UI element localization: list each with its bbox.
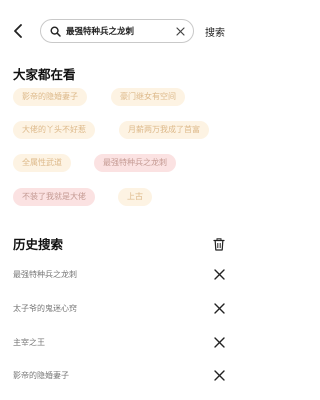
history-title: 历史搜索 [13,237,64,252]
chevron-left-icon [14,24,22,38]
trash-icon [213,237,225,251]
history-item-label: 主宰之王 [13,338,45,347]
search-button[interactable]: 搜索 [205,24,225,39]
close-icon[interactable] [213,369,225,381]
search-query-text: 最强特种兵之龙刺 [66,27,135,37]
history-item-label: 影帝的隐婚妻子 [13,371,69,380]
trending-chip[interactable]: 不装了我就是大佬 [13,188,95,206]
history-item[interactable]: 太子爷的鬼迷心窍 [0,299,240,319]
history-item[interactable]: 影帝的隐婚妻子 [0,366,240,386]
trending-chip[interactable]: 月薪两万我成了首富 [119,121,209,139]
close-icon[interactable] [213,336,225,348]
close-circle-icon[interactable] [175,26,186,37]
history-item[interactable]: 主宰之王 [0,333,240,353]
search-icon [49,25,61,37]
trending-title: 大家都在看 [13,67,76,82]
history-item-label: 太子爷的鬼迷心窍 [13,304,77,313]
clear-history-button[interactable] [212,237,226,251]
search-input[interactable]: 最强特种兵之龙刺 [40,19,194,43]
search-header: 最强特种兵之龙刺 搜索 [0,0,240,62]
trending-chip[interactable]: 影帝的隐婚妻子 [13,88,87,106]
trending-chip[interactable]: 上古 [118,188,152,206]
trending-chip[interactable]: 最强特种兵之龙刺 [94,154,176,172]
close-icon[interactable] [213,302,225,314]
history-item[interactable]: 最强特种兵之龙刺 [0,265,240,285]
trending-chip[interactable]: 豪门继女有空间 [111,88,185,106]
history-item-label: 最强特种兵之龙刺 [13,270,77,279]
close-icon[interactable] [213,268,225,280]
trending-chip[interactable]: 全属性武道 [13,154,71,172]
trending-chip[interactable]: 大佬的丫头不好惹 [13,121,95,139]
back-button[interactable] [10,22,28,40]
